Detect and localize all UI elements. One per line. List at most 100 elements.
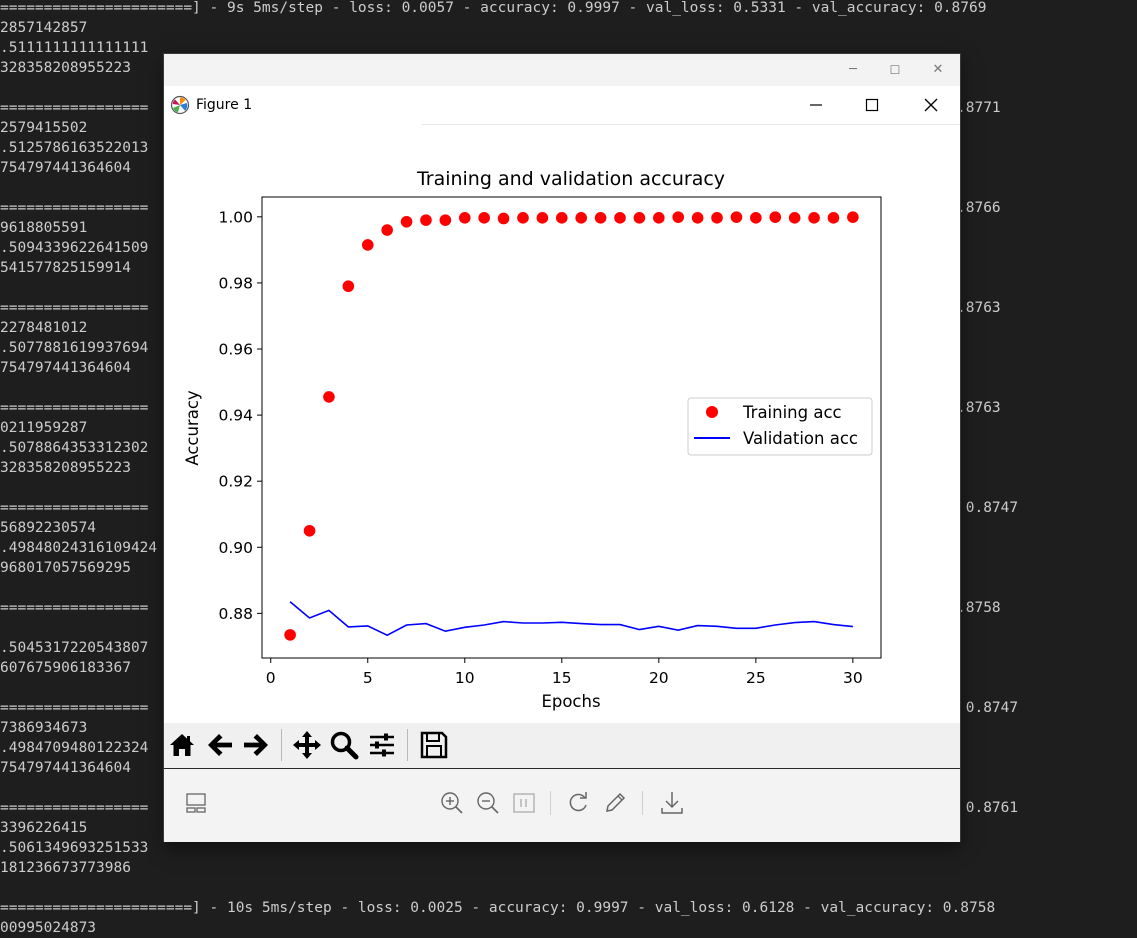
forward-arrow-icon[interactable]	[239, 728, 273, 762]
training-acc-point	[284, 629, 296, 641]
terminal-line: =================	[0, 400, 149, 416]
terminal-line-fragment: .8763	[957, 400, 1001, 416]
zoom-out-icon[interactable]	[474, 789, 502, 817]
figure-maximize-button[interactable]	[852, 91, 892, 119]
terminal-line: .4984709480122324	[0, 740, 149, 756]
viewer-titlebar: ─ ☐ ✕	[164, 54, 960, 86]
terminal-line: 541577825159914	[0, 260, 131, 276]
training-acc-point	[827, 212, 840, 224]
terminal-line: 7386934673	[0, 720, 88, 736]
viewer-close-button[interactable]: ✕	[921, 58, 955, 82]
figure-toolbar	[164, 723, 960, 768]
training-acc-point	[381, 224, 393, 236]
actual-size-icon[interactable]	[510, 789, 538, 817]
terminal-line: =================	[0, 300, 149, 316]
rotate-icon[interactable]	[564, 789, 592, 817]
terminal-line-fragment: .8771	[957, 100, 1001, 116]
training-acc-point	[653, 212, 665, 224]
terminal-line: .5125786163522013	[0, 140, 149, 156]
y-axis-label: Accuracy	[183, 390, 202, 466]
chart-title: Training and validation accuracy	[416, 168, 725, 190]
terminal-line-fragment: 0.8747	[957, 700, 1019, 716]
training-acc-point	[711, 212, 723, 224]
terminal-line: 9618805591	[0, 220, 88, 236]
zoom-icon[interactable]	[327, 728, 361, 762]
edit-pencil-icon[interactable]	[601, 789, 629, 817]
pan-icon[interactable]	[290, 728, 324, 762]
training-acc-point	[575, 212, 588, 224]
terminal-line: =================	[0, 500, 149, 516]
training-acc-point	[458, 212, 471, 224]
training-acc-point	[497, 212, 510, 225]
panel-layout-icon[interactable]	[182, 789, 210, 817]
terminal-line-fragment: .8763	[957, 300, 1001, 316]
terminal-line: ======================] - 10s 5ms/step -…	[0, 900, 996, 916]
x-tick-label: 20	[649, 669, 669, 687]
y-axis: 0.88 0.90 0.92 0.94 0.96 0.98 1.00	[218, 208, 262, 623]
back-arrow-icon[interactable]	[203, 728, 237, 762]
legend: Training acc Validation acc	[687, 397, 873, 456]
figure-minimize-button[interactable]	[796, 91, 836, 119]
training-acc-point	[439, 214, 452, 226]
home-icon[interactable]	[165, 728, 199, 762]
terminal-line: .49848024316109424	[0, 540, 158, 556]
terminal-line: 2579415502	[0, 120, 88, 136]
training-acc-point	[730, 211, 743, 223]
terminal-line-fragment: .8766	[957, 200, 1001, 216]
viewer-maximize-button[interactable]: ☐	[878, 58, 912, 82]
download-icon[interactable]	[658, 789, 686, 817]
zoom-in-icon[interactable]	[438, 789, 466, 817]
terminal-line: =================	[0, 200, 149, 216]
legend-label-validation: Validation acc	[743, 429, 858, 448]
terminal-line: 56892230574	[0, 520, 97, 536]
training-acc-point	[769, 211, 782, 223]
configure-subplots-icon[interactable]	[365, 728, 399, 762]
training-acc-point	[788, 212, 801, 224]
terminal-line: 328358208955223	[0, 460, 131, 476]
x-tick-label: 30	[843, 669, 863, 687]
terminal-line: .5078864353312302	[0, 440, 149, 456]
terminal-line: 3396226415	[0, 820, 88, 836]
matplotlib-logo-icon	[170, 95, 190, 115]
x-tick-label: 25	[746, 669, 766, 687]
training-acc-point	[808, 212, 820, 224]
y-tick-label: 0.98	[218, 274, 253, 292]
terminal-line: 607675906183367	[0, 660, 131, 676]
terminal-line: 00995024873	[0, 920, 97, 936]
y-tick-label: 0.96	[218, 341, 253, 359]
terminal-line: 968017057569295	[0, 560, 131, 576]
terminal-line-fragment: 0.8747	[957, 500, 1019, 516]
training-acc-point	[420, 214, 432, 226]
viewer-toolbar-separator	[642, 791, 643, 815]
x-axis: 0 5 10 15 20 25 30	[266, 658, 863, 687]
figure-window: Figure 1 Training and validation accurac…	[164, 86, 960, 768]
terminal-line: =================	[0, 600, 149, 616]
training-acc-point	[614, 212, 626, 224]
x-axis-label: Epochs	[541, 692, 600, 711]
training-acc-point	[342, 280, 355, 293]
terminal-line: 2857142857	[0, 20, 88, 36]
training-acc-point	[672, 211, 685, 223]
save-icon[interactable]	[417, 728, 451, 762]
training-acc-point	[536, 212, 549, 224]
figure-close-button[interactable]	[911, 91, 951, 119]
x-tick-label: 10	[455, 669, 475, 687]
training-acc-point	[400, 215, 413, 228]
accuracy-chart: Training and validation accuracy 0 5 10 15 2…	[183, 168, 882, 711]
plot-canvas[interactable]: Training and validation accuracy 0 5 10 15 2…	[164, 125, 960, 723]
terminal-line: .5094339622641509	[0, 240, 149, 256]
training-acc-point	[517, 212, 529, 224]
terminal-line: 754797441364604	[0, 760, 131, 776]
legend-label-training: Training acc	[742, 403, 842, 422]
terminal-line: 754797441364604	[0, 160, 131, 176]
y-tick-label: 0.88	[218, 605, 253, 623]
x-tick-label: 5	[363, 669, 373, 687]
terminal-line: .5077881619937694	[0, 340, 149, 356]
terminal-line-fragment: .8758	[957, 600, 1001, 616]
viewer-toolbar	[164, 768, 960, 842]
training-acc-point	[594, 212, 607, 224]
legend-marker-training	[706, 406, 718, 418]
viewer-minimize-button[interactable]: ─	[836, 58, 870, 82]
terminal-line: 0211959287	[0, 420, 88, 436]
terminal-line-fragment: 0.8761	[957, 800, 1019, 816]
